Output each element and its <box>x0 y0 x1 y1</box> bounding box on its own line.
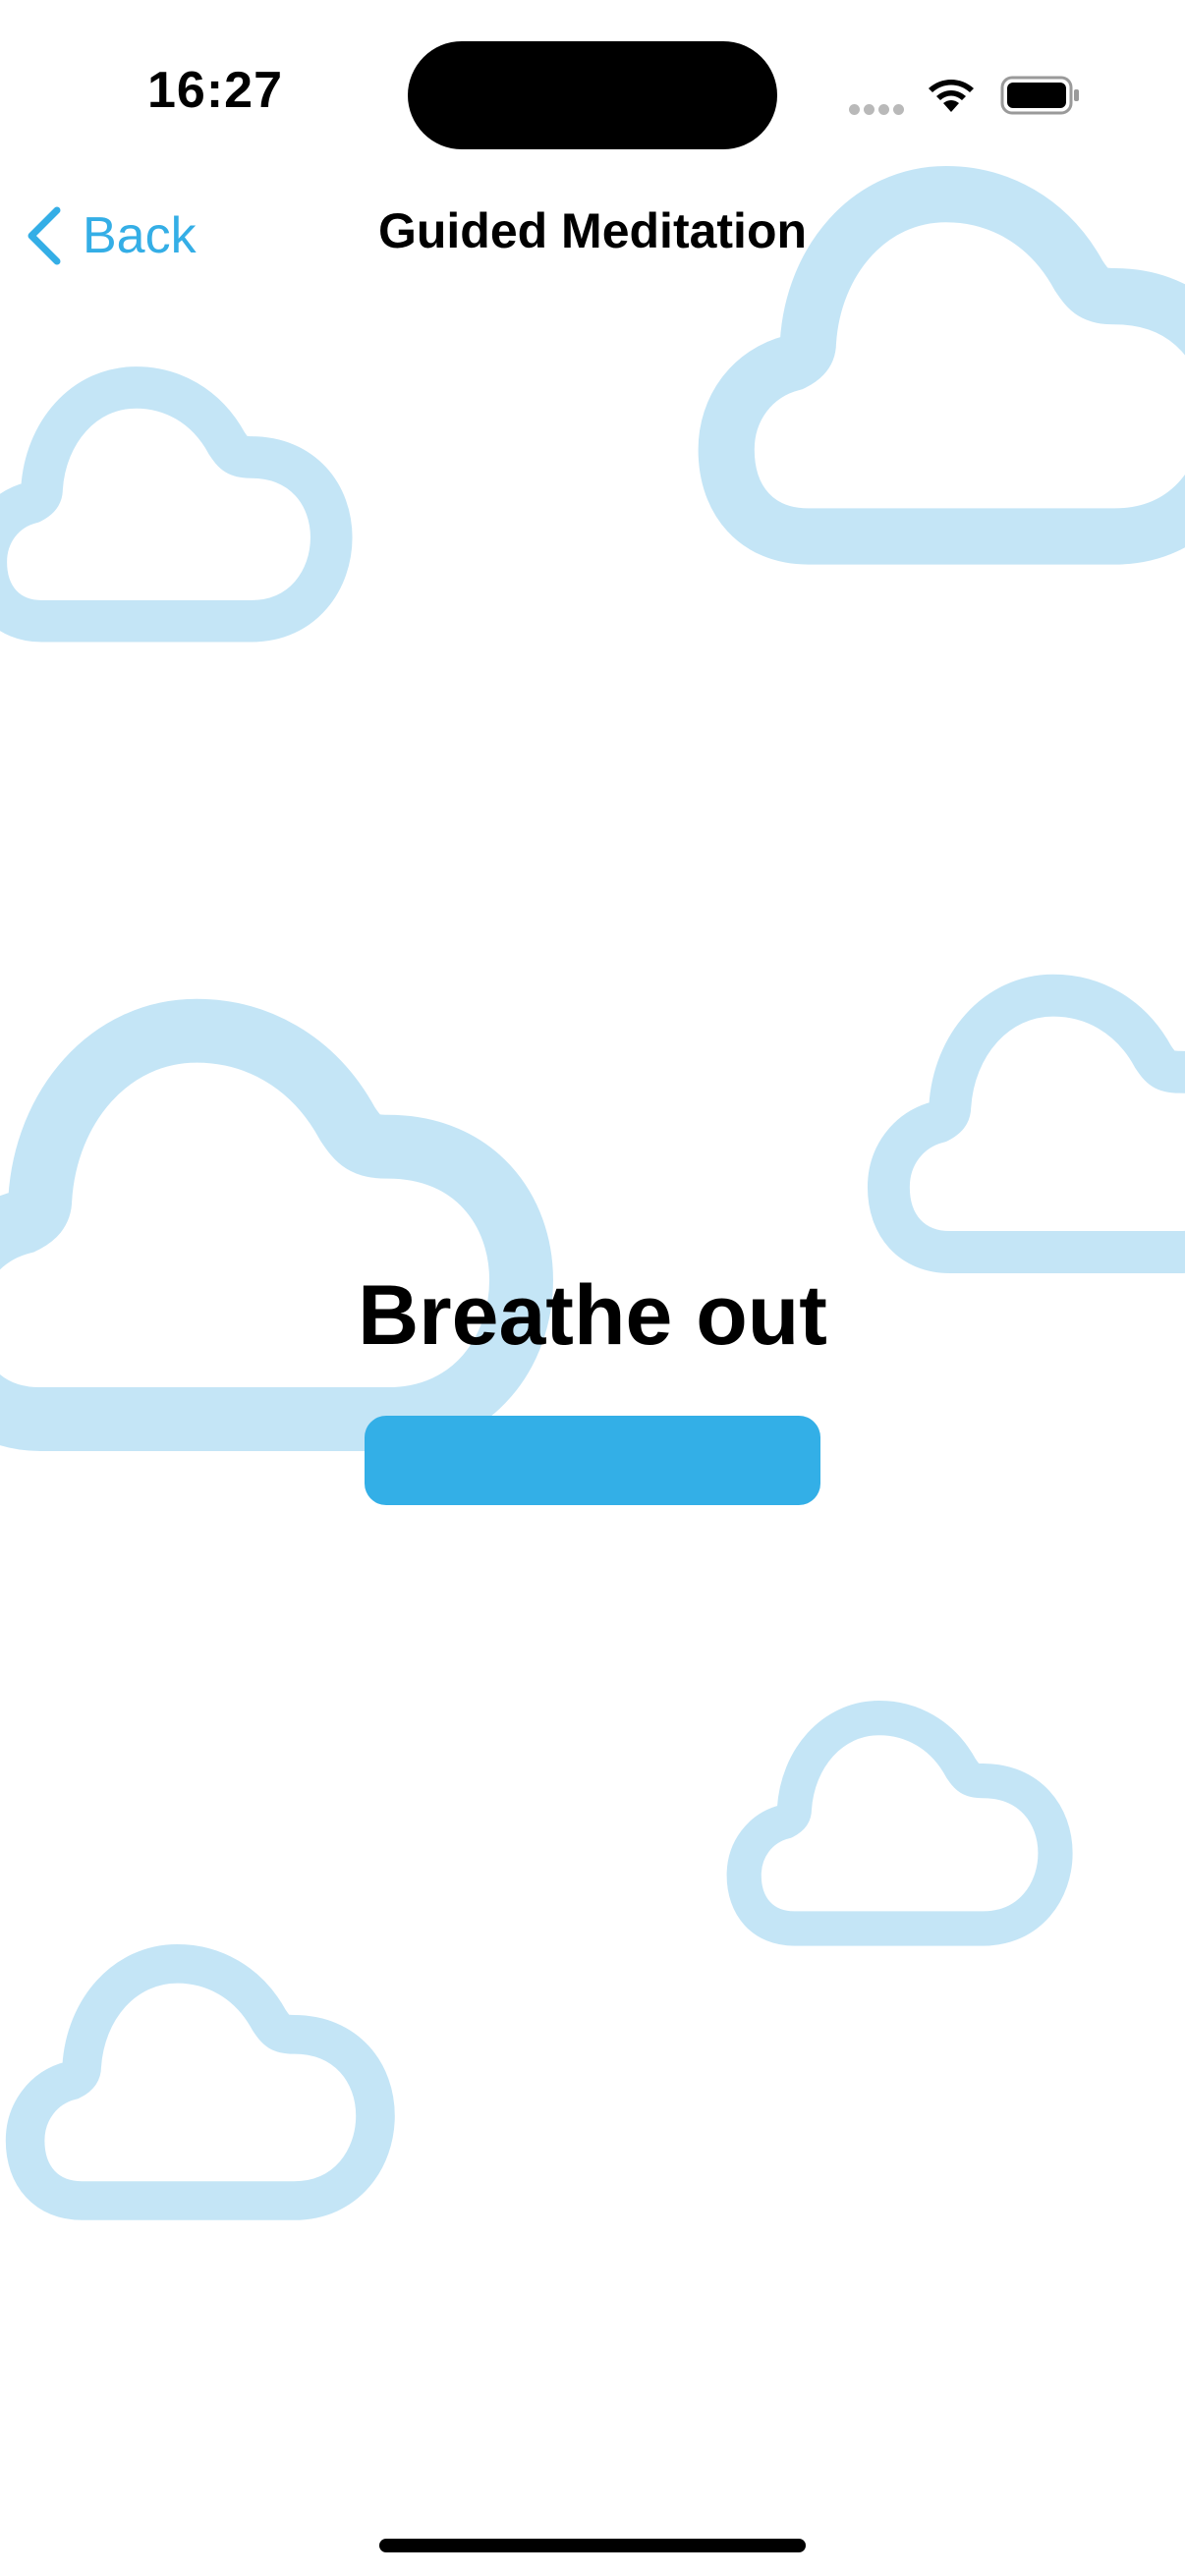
cloud-decoration <box>888 995 1185 1252</box>
meditation-screen: 16:27 Back Guided Meditation Breathe out <box>0 0 1185 2576</box>
status-bar: 16:27 <box>0 0 1185 187</box>
breathing-progress-bar <box>365 1416 820 1505</box>
home-indicator[interactable] <box>379 2539 806 2552</box>
cellular-dots-icon <box>849 102 908 116</box>
cloud-decoration <box>0 387 331 621</box>
page-title: Guided Meditation <box>377 203 808 258</box>
status-time: 16:27 <box>147 62 283 119</box>
battery-icon <box>1000 76 1079 115</box>
breathing-instruction: Breathe out <box>358 1268 827 1363</box>
cloud-decoration <box>26 1964 375 2201</box>
wifi-icon <box>929 80 974 112</box>
navigation-bar: Back Guided Meditation <box>0 187 1185 285</box>
dynamic-island <box>408 41 777 149</box>
cloud-decoration <box>744 1718 1055 1929</box>
